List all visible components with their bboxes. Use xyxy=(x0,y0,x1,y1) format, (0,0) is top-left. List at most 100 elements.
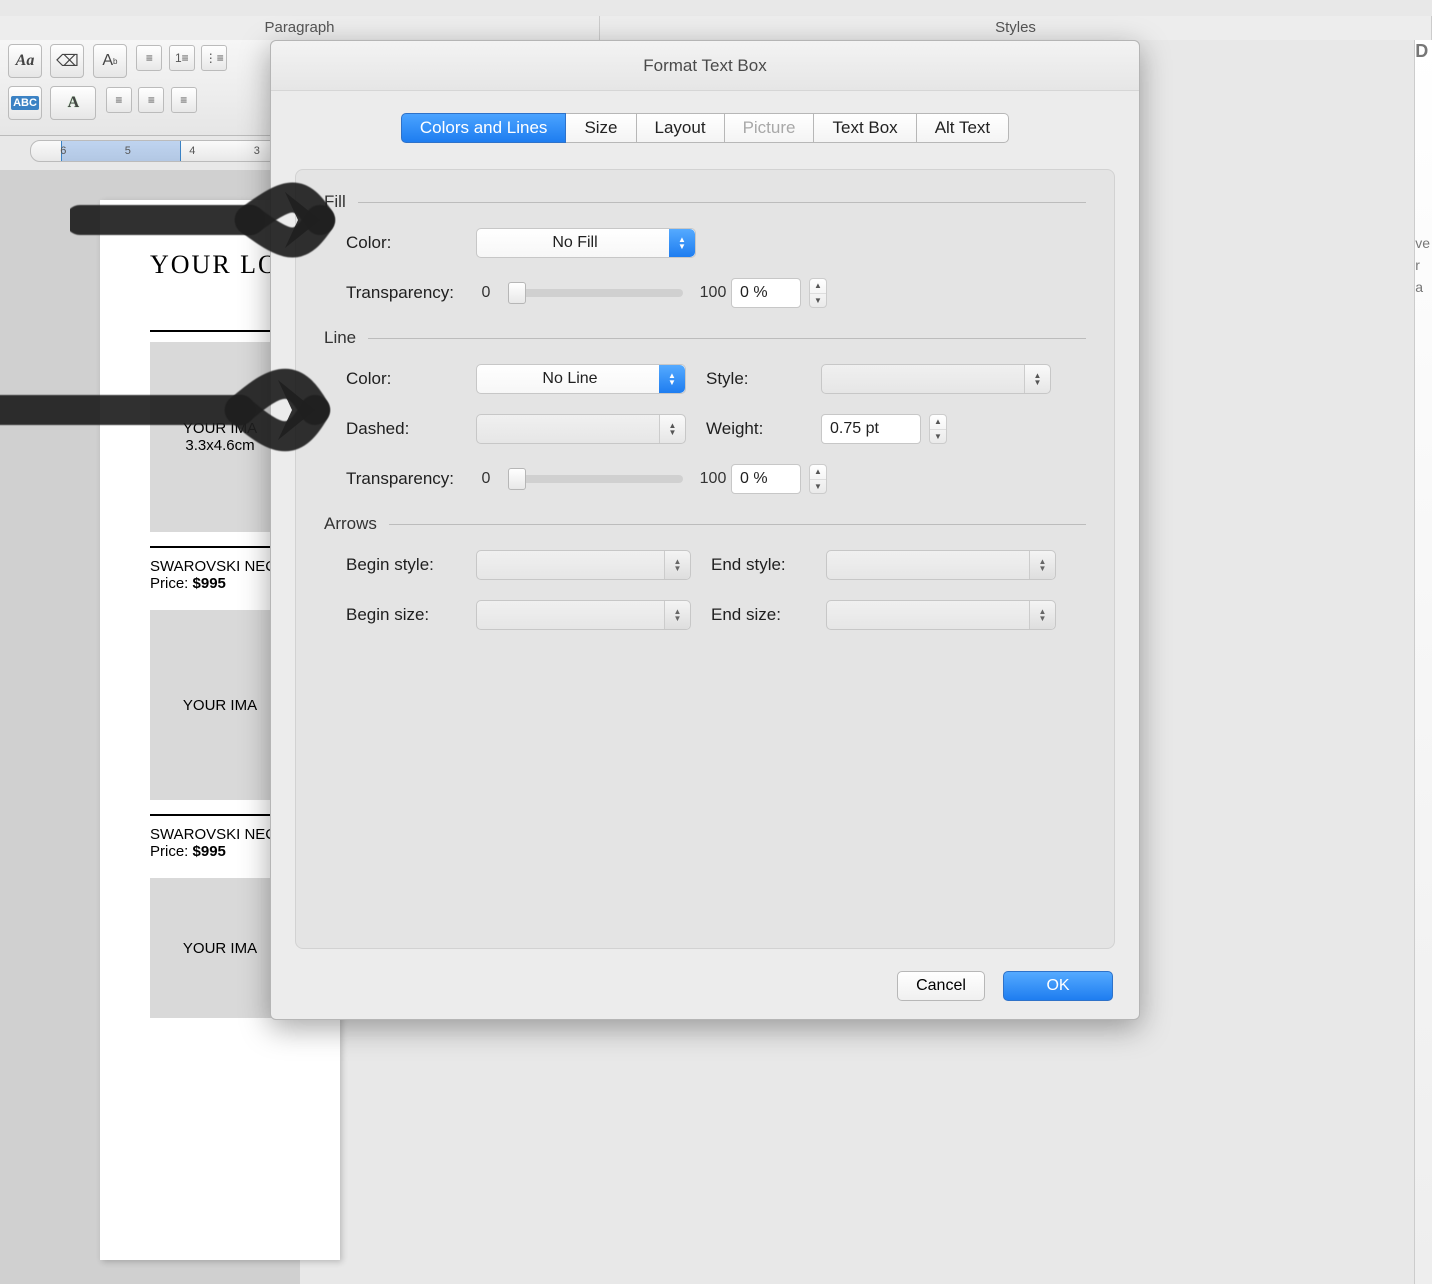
text-effects-button[interactable]: A xyxy=(50,86,96,120)
tab-alt-text[interactable]: Alt Text xyxy=(917,113,1009,143)
line-weight-stepper[interactable]: ▲▼ xyxy=(929,414,947,444)
placeholder-text: YOUR IMA xyxy=(183,420,257,437)
line-dashed-label: Dashed: xyxy=(346,419,476,439)
chevron-updown-icon: ▲▼ xyxy=(659,365,685,393)
format-text-box-dialog: Format Text Box Colors and Lines Size La… xyxy=(270,40,1140,1020)
line-weight-input[interactable]: 0.75 pt xyxy=(821,414,921,444)
dialog-tabs: Colors and Lines Size Layout Picture Tex… xyxy=(271,113,1139,143)
chevron-updown-icon: ▲▼ xyxy=(1029,601,1055,629)
chevron-up-icon[interactable]: ▲ xyxy=(810,465,826,480)
fill-color-label: Color: xyxy=(346,233,476,253)
ribbon-tab-strip xyxy=(0,0,1432,14)
line-transparency-input[interactable]: 0 % xyxy=(731,464,801,494)
chevron-updown-icon: ▲▼ xyxy=(659,415,685,443)
placeholder-text: 3.3x4.6cm xyxy=(185,437,254,454)
fill-transparency-label: Transparency: xyxy=(346,283,476,303)
placeholder-text: YOUR IMA xyxy=(183,940,257,957)
ruler-mark: 4 xyxy=(189,145,195,157)
arrows-header: Arrows xyxy=(324,514,377,534)
image-placeholder[interactable]: YOUR IMA xyxy=(150,610,290,800)
line-transparency-stepper[interactable]: ▲▼ xyxy=(809,464,827,494)
slider-max: 100 xyxy=(695,284,731,302)
end-size-popup[interactable]: ▲▼ xyxy=(826,600,1056,630)
ribbon-group-labels: Paragraph Styles xyxy=(0,16,1432,40)
image-placeholder[interactable]: YOUR IMA 3.3x4.6cm xyxy=(150,342,290,532)
fill-section: Fill Color: No Fill ▲▼ Transparency: 0 1… xyxy=(324,192,1086,308)
fill-transparency-slider[interactable] xyxy=(508,289,683,297)
horizontal-ruler[interactable]: 6 5 4 3 xyxy=(30,140,290,162)
cutoff-text: D ve r a xyxy=(1415,210,1430,298)
chevron-updown-icon: ▲▼ xyxy=(1029,551,1055,579)
bullets-button[interactable]: ≡ xyxy=(136,45,162,71)
font-effect-button[interactable]: Ab xyxy=(93,44,127,78)
line-color-label: Color: xyxy=(346,369,476,389)
chevron-updown-icon: ▲▼ xyxy=(664,601,690,629)
end-size-label: End size: xyxy=(711,605,826,625)
line-color-value: No Line xyxy=(542,370,597,388)
ruler-mark: 3 xyxy=(254,145,260,157)
begin-style-label: Begin style: xyxy=(346,555,476,575)
dialog-panel: Fill Color: No Fill ▲▼ Transparency: 0 1… xyxy=(295,169,1115,949)
chevron-down-icon[interactable]: ▼ xyxy=(810,480,826,494)
cancel-button[interactable]: Cancel xyxy=(897,971,985,1001)
chevron-up-icon[interactable]: ▲ xyxy=(930,415,946,430)
align-left-button[interactable]: ≡ xyxy=(106,87,132,113)
line-color-popup[interactable]: No Line ▲▼ xyxy=(476,364,686,394)
image-placeholder[interactable]: YOUR IMA xyxy=(150,878,290,1018)
fill-color-value: No Fill xyxy=(552,234,597,252)
separator xyxy=(150,814,290,816)
begin-size-popup[interactable]: ▲▼ xyxy=(476,600,691,630)
line-weight-label: Weight: xyxy=(706,419,821,439)
tab-size[interactable]: Size xyxy=(566,113,636,143)
begin-style-popup[interactable]: ▲▼ xyxy=(476,550,691,580)
slider-min: 0 xyxy=(476,470,496,488)
fill-transparency-stepper[interactable]: ▲▼ xyxy=(809,278,827,308)
ruler-mark: 6 xyxy=(60,145,66,157)
fill-transparency-input[interactable]: 0 % xyxy=(731,278,801,308)
slider-min: 0 xyxy=(476,284,496,302)
line-transparency-label: Transparency: xyxy=(346,469,476,489)
line-section: Line Color: No Line ▲▼ Style: ▲▼ Dashed:… xyxy=(324,328,1086,494)
line-style-label: Style: xyxy=(706,369,821,389)
arrows-section: Arrows Begin style: ▲▼ End style: ▲▼ Beg… xyxy=(324,514,1086,630)
fill-header: Fill xyxy=(324,192,346,212)
dialog-footer: Cancel OK xyxy=(897,971,1113,1001)
chevron-down-icon[interactable]: ▼ xyxy=(930,430,946,444)
begin-size-label: Begin size: xyxy=(346,605,476,625)
separator xyxy=(150,546,290,548)
chevron-down-icon[interactable]: ▼ xyxy=(810,294,826,308)
font-style-button[interactable]: Aa xyxy=(8,44,42,78)
chevron-updown-icon: ▲▼ xyxy=(664,551,690,579)
ruler-mark: 5 xyxy=(125,145,131,157)
dialog-title: Format Text Box xyxy=(271,41,1139,91)
numbering-button[interactable]: 1≡ xyxy=(169,45,195,71)
tab-colors-and-lines[interactable]: Colors and Lines xyxy=(401,113,567,143)
ok-button[interactable]: OK xyxy=(1003,971,1113,1001)
ribbon-group-styles: Styles xyxy=(600,16,1432,40)
fill-color-popup[interactable]: No Fill ▲▼ xyxy=(476,228,696,258)
chevron-updown-icon: ▲▼ xyxy=(669,229,695,257)
end-style-label: End style: xyxy=(711,555,826,575)
align-right-button[interactable]: ≡ xyxy=(171,87,197,113)
ribbon-group-paragraph: Paragraph xyxy=(0,16,600,40)
chevron-updown-icon: ▲▼ xyxy=(1024,365,1050,393)
line-header: Line xyxy=(324,328,356,348)
line-style-popup[interactable]: ▲▼ xyxy=(821,364,1051,394)
multilevel-button[interactable]: ⋮≡ xyxy=(201,45,227,71)
separator xyxy=(150,330,290,332)
placeholder-text: YOUR IMA xyxy=(183,697,257,714)
slider-thumb[interactable] xyxy=(508,282,526,304)
tab-text-box[interactable]: Text Box xyxy=(814,113,916,143)
end-style-popup[interactable]: ▲▼ xyxy=(826,550,1056,580)
clear-formatting-button[interactable]: ⌫ xyxy=(50,44,84,78)
chevron-up-icon[interactable]: ▲ xyxy=(810,279,826,294)
align-center-button[interactable]: ≡ xyxy=(138,87,164,113)
slider-max: 100 xyxy=(695,470,731,488)
line-dashed-popup[interactable]: ▲▼ xyxy=(476,414,686,444)
slider-thumb[interactable] xyxy=(508,468,526,490)
line-transparency-slider[interactable] xyxy=(508,475,683,483)
tab-layout[interactable]: Layout xyxy=(637,113,725,143)
ribbon-toolbar: Aa ⌫ Ab ≡ 1≡ ⋮≡ ABC A ≡ ≡ ≡ xyxy=(0,40,280,136)
highlight-button[interactable]: ABC xyxy=(8,86,42,120)
tab-picture: Picture xyxy=(725,113,815,143)
